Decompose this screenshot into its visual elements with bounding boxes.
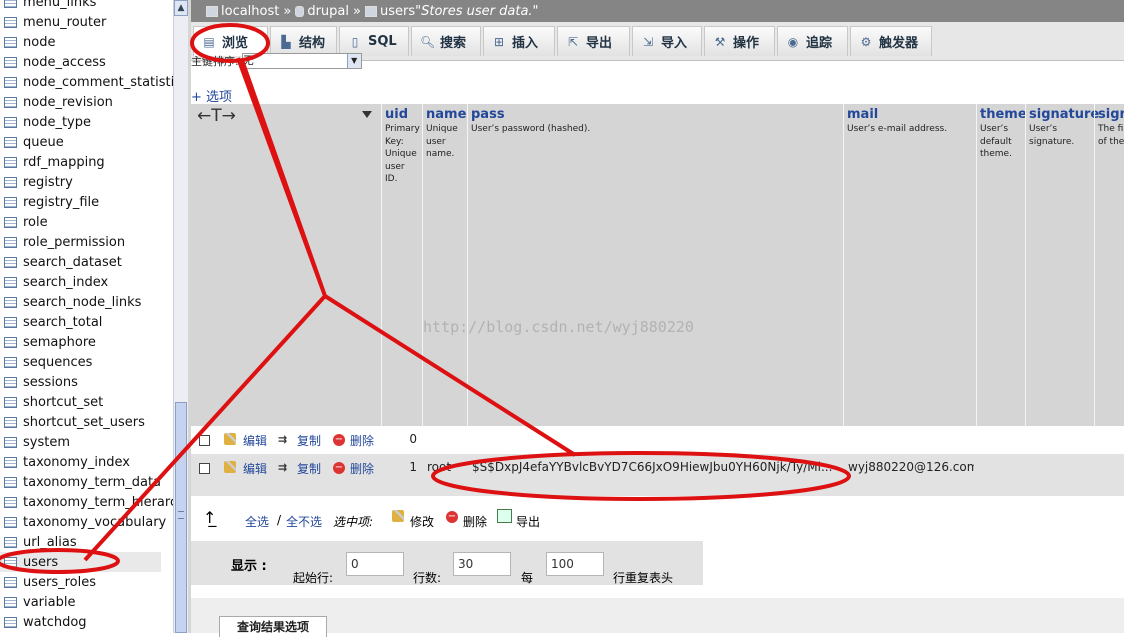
red-annotation-overlay <box>0 23 851 574</box>
annotation-circle-row <box>431 451 851 501</box>
annotation-circle-browse <box>190 23 270 63</box>
annotation-lines <box>83 57 577 562</box>
annotation-circle-users <box>0 548 120 574</box>
